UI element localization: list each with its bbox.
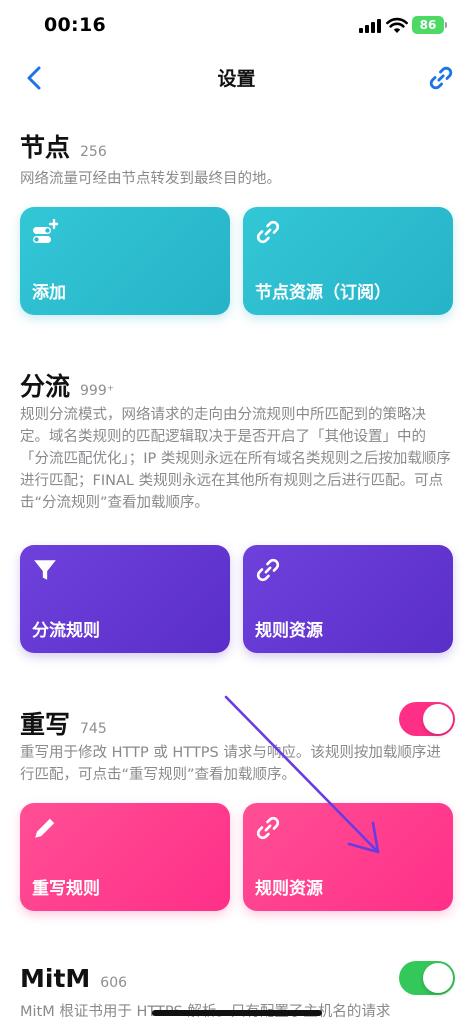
status-bar: 00:16 86 xyxy=(0,0,473,54)
link-icon xyxy=(429,66,453,90)
routing-rules-label: 分流规则 xyxy=(32,621,100,641)
rewrite-resource-card[interactable]: 规则资源 xyxy=(243,803,453,911)
routing-rules-card[interactable]: 分流规则 xyxy=(20,545,230,653)
mitm-section-title: MitM 606 xyxy=(20,964,127,993)
rewrite-resource-label: 规则资源 xyxy=(255,879,323,899)
nodes-section-title: 节点 256 xyxy=(20,128,107,164)
mitm-title: MitM xyxy=(20,964,91,993)
routing-description: 规则分流模式，网络请求的走向由分流规则中所匹配到的策略决定。域名类规则的匹配逻辑… xyxy=(20,407,451,511)
mitm-toggle[interactable] xyxy=(399,961,455,995)
rewrite-section-title: 重写 745 xyxy=(20,705,107,741)
mitm-toggle-knob xyxy=(423,963,453,993)
link-button[interactable] xyxy=(424,62,458,94)
add-node-card[interactable]: 添加 xyxy=(20,207,230,315)
rewrite-rules-label: 重写规则 xyxy=(32,879,100,899)
page-title: 设置 xyxy=(217,68,256,90)
rewrite-count: 745 xyxy=(80,721,107,737)
mitm-count: 606 xyxy=(100,975,128,991)
status-time: 00:16 xyxy=(44,14,106,36)
link-icon xyxy=(256,558,280,582)
battery-level: 86 xyxy=(419,18,437,32)
node-resource-label: 节点资源（订阅） xyxy=(255,283,391,303)
filter-icon xyxy=(34,560,56,580)
routing-count: 999⁺ xyxy=(80,383,115,399)
pencil-icon xyxy=(35,818,55,838)
add-toggle-icon xyxy=(33,219,58,243)
routing-title: 分流 xyxy=(20,372,71,401)
home-indicator xyxy=(152,1010,322,1016)
routing-resource-label: 规则资源 xyxy=(255,621,323,641)
routing-resource-card[interactable]: 规则资源 xyxy=(243,545,453,653)
link-icon xyxy=(256,220,280,244)
rewrite-description: 重写用于修改 HTTP 或 HTTPS 请求与响应。该规则按加载顺序进行匹配，可… xyxy=(20,745,441,783)
link-icon xyxy=(256,816,280,840)
nodes-title: 节点 xyxy=(20,133,71,162)
cellular-signal-icon xyxy=(359,19,381,33)
rewrite-rules-card[interactable]: 重写规则 xyxy=(20,803,230,911)
rewrite-toggle[interactable] xyxy=(399,702,455,736)
add-node-label: 添加 xyxy=(32,283,66,303)
rewrite-toggle-knob xyxy=(423,704,453,734)
battery-cap xyxy=(445,22,447,28)
nodes-description: 网络流量可经由节点转发到最终目的地。 xyxy=(20,171,281,187)
rewrite-title: 重写 xyxy=(20,710,71,739)
routing-section-title: 分流 999⁺ xyxy=(20,367,114,403)
wifi-icon xyxy=(386,17,408,33)
battery-indicator: 86 xyxy=(412,16,444,34)
nodes-count: 256 xyxy=(80,144,107,160)
node-resource-card[interactable]: 节点资源（订阅） xyxy=(243,207,453,315)
